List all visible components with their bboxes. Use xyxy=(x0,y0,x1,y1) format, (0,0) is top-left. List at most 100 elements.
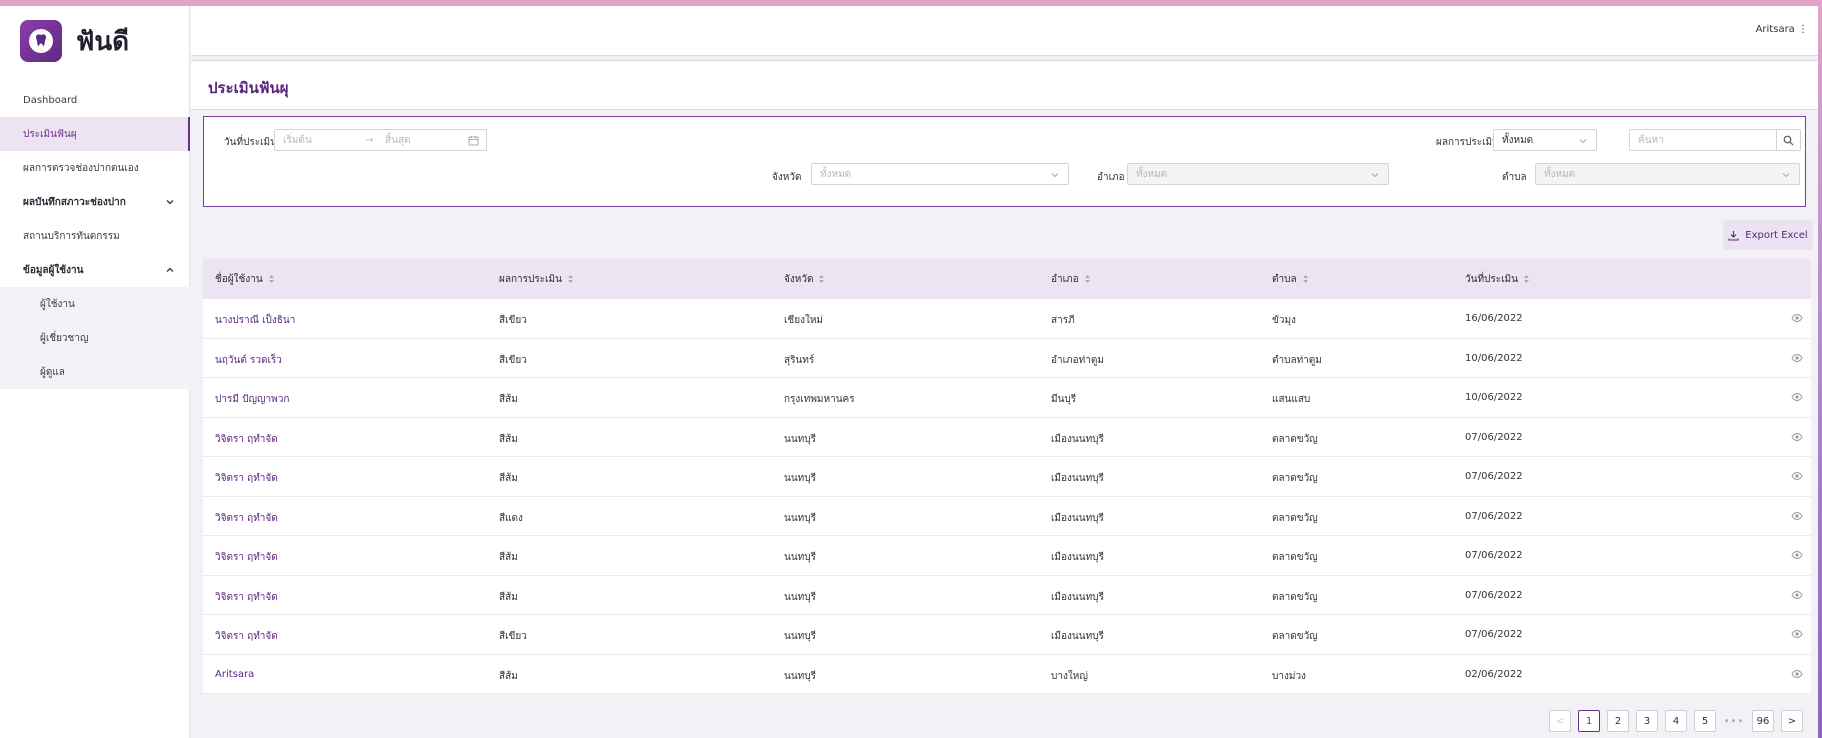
cell-district: เมืองนนทบุรี xyxy=(1051,473,1104,484)
table-row: ปารมี ปัญญาพวก สีส้ม กรุงเทพมหานคร มีนบุรี แ… xyxy=(203,378,1811,418)
cell-result: สีส้ม xyxy=(499,552,518,563)
page-button-3[interactable]: 3 xyxy=(1636,710,1658,732)
cell-date: 10/06/2022 xyxy=(1465,392,1523,403)
cell-date: 07/06/2022 xyxy=(1465,550,1523,561)
cell-name[interactable]: Aritsara xyxy=(215,669,254,680)
cell-province: นนทบุรี xyxy=(784,670,816,682)
view-eye-icon[interactable] xyxy=(1791,629,1803,639)
sort-icon xyxy=(1523,275,1529,283)
column-header-province[interactable]: จังหวัด xyxy=(784,272,825,287)
column-header-district[interactable]: อำเภอ xyxy=(1051,272,1091,287)
column-header-result[interactable]: ผลการประเมิน xyxy=(499,272,574,287)
chevron-down-icon xyxy=(166,200,174,205)
app-name: ฟันดี xyxy=(76,26,130,57)
user-data-submenu: ผู้ใช้งาน ผู้เชี่ยวชาญ ผู้ดูแล xyxy=(0,287,190,389)
view-eye-icon[interactable] xyxy=(1791,669,1803,679)
column-header-label: จังหวัด xyxy=(784,273,814,285)
sort-icon xyxy=(567,275,573,283)
sidebar-item-oral-records[interactable]: ผลบันทึกสภาวะช่องปาก xyxy=(0,185,190,219)
cell-subdistrict: ตลาดขวัญ xyxy=(1272,552,1318,563)
province-select[interactable]: ทั้งหมด xyxy=(811,163,1069,185)
cell-date: 02/06/2022 xyxy=(1465,668,1523,680)
sidebar-item-dashboard[interactable]: Dashboard xyxy=(0,83,190,117)
pagination-ellipsis[interactable]: ••• xyxy=(1723,710,1745,732)
date-start-input[interactable]: เริ่มต้น xyxy=(283,133,312,148)
cell-name[interactable]: วิจิตรา ฤทำจัด xyxy=(215,432,278,447)
cell-district: มีนบุรี xyxy=(1051,394,1077,405)
column-header-name[interactable]: ชื่อผู้ใช้งาน xyxy=(215,272,275,287)
view-eye-icon[interactable] xyxy=(1791,353,1803,363)
cell-subdistrict: แสนแสบ xyxy=(1272,394,1311,405)
view-eye-icon[interactable] xyxy=(1791,511,1803,521)
cell-name[interactable]: วิจิตรา ฤทำจัด xyxy=(215,629,278,644)
sidebar-item-dental-services[interactable]: สถานบริการทันตกรรม xyxy=(0,219,190,253)
view-eye-icon[interactable] xyxy=(1791,313,1803,323)
cell-date: 07/06/2022 xyxy=(1465,471,1523,482)
sidebar-item-caries-assessment[interactable]: ประเมินฟันผุ xyxy=(0,117,190,151)
sidebar-item-users[interactable]: ผู้ใช้งาน xyxy=(0,287,190,321)
cell-result: สีส้ม xyxy=(499,433,518,445)
view-eye-icon[interactable] xyxy=(1791,432,1803,442)
user-menu[interactable]: Aritsara ⋮ xyxy=(1756,24,1808,35)
view-eye-icon[interactable] xyxy=(1791,550,1803,560)
app-logo[interactable]: ฟันดี xyxy=(20,20,129,62)
prev-page-button[interactable]: < xyxy=(1549,710,1571,732)
table-row: นางปราณี เป็งธินา สีเขียว เชียงใหม่ สารภี ขั… xyxy=(203,299,1811,339)
page-button-1[interactable]: 1 xyxy=(1578,710,1600,732)
page-button-4[interactable]: 4 xyxy=(1665,710,1687,732)
subdistrict-select[interactable]: ทั้งหมด xyxy=(1535,163,1800,185)
table-row: วิจิตรา ฤทำจัด สีส้ม นนทบุรี เมืองนนทบุรี ตล… xyxy=(203,576,1811,615)
sidebar-menu: Dashboard ประเมินฟันผุ ผลการตรวจช่องปากต… xyxy=(0,83,190,389)
sidebar-item-caretakers[interactable]: ผู้ดูแล xyxy=(0,355,190,389)
date-range-picker[interactable]: เริ่มต้น → สิ้นสุด xyxy=(274,129,487,151)
cell-name[interactable]: นฤวันต์ รวดเร็ว xyxy=(215,353,282,368)
sidebar-item-label: ผลการตรวจช่องปากตนเอง xyxy=(23,162,139,174)
cell-name[interactable]: ปารมี ปัญญาพวก xyxy=(215,392,289,407)
page-button-5[interactable]: 5 xyxy=(1694,710,1716,732)
result-select[interactable]: ทั้งหมด xyxy=(1493,129,1597,151)
column-header-label: วันที่ประเมิน xyxy=(1465,273,1518,285)
sidebar-item-self-exam[interactable]: ผลการตรวจช่องปากตนเอง xyxy=(0,151,190,185)
search-button[interactable] xyxy=(1776,130,1800,150)
view-eye-icon[interactable] xyxy=(1791,471,1803,481)
next-page-button[interactable]: > xyxy=(1781,710,1803,732)
cell-name[interactable]: วิจิตรา ฤทำจัด xyxy=(215,511,278,526)
tooth-logo-icon xyxy=(20,20,62,62)
cell-province: นนทบุรี xyxy=(784,631,816,642)
province-label: จังหวัด xyxy=(772,172,802,183)
sidebar-item-experts[interactable]: ผู้เชี่ยวชาญ xyxy=(0,321,190,355)
sidebar-item-user-data[interactable]: ข้อมูลผู้ใช้งาน xyxy=(0,253,190,287)
cell-subdistrict: ตลาดขวัญ xyxy=(1272,631,1318,642)
table-body: นางปราณี เป็งธินา สีเขียว เชียงใหม่ สารภี ขั… xyxy=(203,299,1811,694)
table-row: วิจิตรา ฤทำจัด สีเขียว นนทบุรี เมืองนนทบุรี… xyxy=(203,615,1811,655)
cell-result: สีส้ม xyxy=(499,670,518,682)
cell-date: 07/06/2022 xyxy=(1465,629,1523,640)
cell-name[interactable]: วิจิตรา ฤทำจัด xyxy=(215,471,278,486)
subdistrict-placeholder: ทั้งหมด xyxy=(1544,168,1576,180)
chevron-up-icon xyxy=(166,267,174,272)
cell-subdistrict: ขัวมุง xyxy=(1272,315,1296,326)
cell-subdistrict: บางม่วง xyxy=(1272,670,1306,682)
page-button-last[interactable]: 96 xyxy=(1752,710,1774,732)
cell-name[interactable]: วิจิตรา ฤทำจัด xyxy=(215,550,278,565)
cell-name[interactable]: นางปราณี เป็งธินา xyxy=(215,313,295,328)
view-eye-icon[interactable] xyxy=(1791,392,1803,402)
date-end-input[interactable]: สิ้นสุด xyxy=(385,133,411,148)
search-placeholder: ค้นหา xyxy=(1638,134,1664,146)
column-header-label: ตำบล xyxy=(1272,273,1297,285)
cell-date: 16/06/2022 xyxy=(1465,313,1523,324)
column-header-date[interactable]: วันที่ประเมิน xyxy=(1465,272,1530,287)
chevron-down-icon xyxy=(1371,173,1379,178)
column-header-subdistrict[interactable]: ตำบล xyxy=(1272,272,1309,287)
page-header: ประเมินฟันผุ xyxy=(191,60,1818,110)
export-excel-button[interactable]: Export Excel xyxy=(1723,220,1813,250)
search-input[interactable]: ค้นหา xyxy=(1629,129,1801,151)
cell-result: สีเขียว xyxy=(499,354,527,366)
cell-name[interactable]: วิจิตรา ฤทำจัด xyxy=(215,590,278,605)
sort-icon xyxy=(1084,275,1090,283)
cell-date: 07/06/2022 xyxy=(1465,431,1523,443)
district-select[interactable]: ทั้งหมด xyxy=(1127,163,1389,185)
chevron-down-icon xyxy=(1579,139,1587,144)
page-button-2[interactable]: 2 xyxy=(1607,710,1629,732)
view-eye-icon[interactable] xyxy=(1791,590,1803,600)
